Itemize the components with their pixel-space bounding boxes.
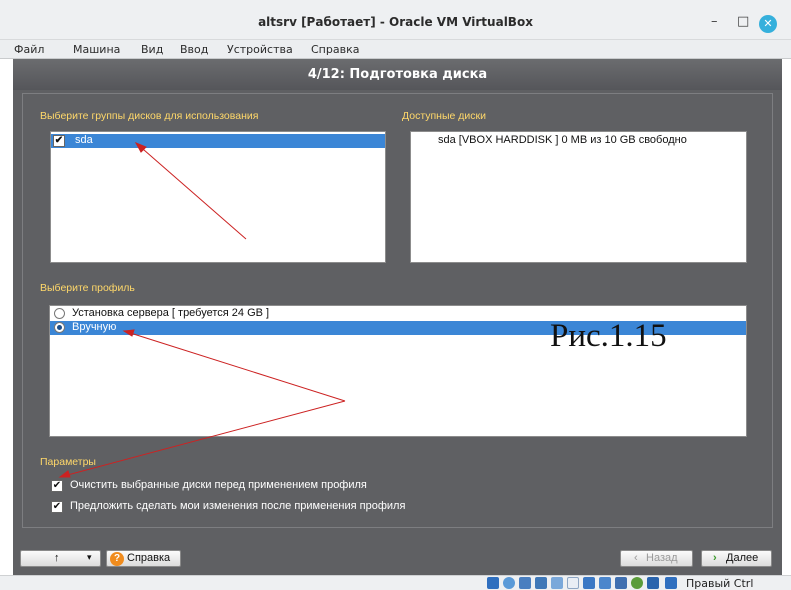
disk-groups-label: Выберите группы дисков для использования	[40, 110, 259, 122]
up-button[interactable]: ↑ ▾	[20, 550, 101, 567]
menu-view[interactable]: Вид	[141, 43, 163, 56]
param-suggest-changes-label: Предложить сделать мои изменения после п…	[70, 500, 406, 512]
available-disks-list[interactable]: sda [VBOX HARDDISK ] 0 MB из 10 GB свобо…	[410, 131, 747, 263]
close-icon[interactable]: ✕	[759, 15, 777, 33]
help-icon: ?	[110, 552, 124, 566]
available-disk-row[interactable]: sda [VBOX HARDDISK ] 0 MB из 10 GB свобо…	[411, 134, 746, 148]
available-disk-label: sda [VBOX HARDDISK ] 0 MB из 10 GB свобо…	[438, 134, 687, 146]
menu-devices[interactable]: Устройства	[227, 43, 293, 56]
profile-label: Выберите профиль	[40, 282, 135, 294]
menubar: Файл Машина Вид Ввод Устройства Справка	[0, 40, 791, 59]
cpu-icon[interactable]	[615, 577, 627, 589]
disk-group-checkbox[interactable]: ✔	[53, 135, 65, 147]
network-icon[interactable]	[535, 577, 547, 589]
disk-group-row-sda[interactable]: ✔ sda	[51, 134, 385, 148]
chevron-left-icon: ‹	[634, 552, 638, 564]
host-key-label: Правый Ctrl	[686, 577, 754, 590]
help-button-label: Справка	[127, 552, 171, 564]
hdd-icon[interactable]	[487, 577, 499, 589]
up-arrow-icon: ↑	[54, 552, 60, 564]
available-disks-label: Доступные диски	[402, 110, 486, 122]
param-suggest-changes-checkbox[interactable]: ✔	[51, 501, 63, 513]
next-button-label: Далее	[726, 552, 759, 564]
profile-option-manual-label: Вручную	[72, 321, 117, 333]
optical-drive-icon[interactable]	[503, 577, 515, 589]
vm-display[interactable]: 4/12: Подготовка диска Выберите группы д…	[13, 59, 782, 575]
menu-input[interactable]: Ввод	[180, 43, 208, 56]
usb-icon[interactable]	[551, 577, 563, 589]
shared-folders-icon[interactable]	[567, 577, 579, 589]
back-button[interactable]: ‹ Назад	[620, 550, 693, 567]
video-capture-icon[interactable]	[599, 577, 611, 589]
param-clear-disks-label: Очистить выбранные диски перед применени…	[70, 479, 367, 491]
param-clear-disks-checkbox[interactable]: ✔	[51, 480, 63, 492]
menu-file[interactable]: Файл	[14, 43, 44, 56]
menu-help[interactable]: Справка	[311, 43, 359, 56]
display-icon[interactable]	[583, 577, 595, 589]
chevron-down-icon[interactable]: ▾	[87, 552, 92, 563]
disk-group-label: sda	[75, 134, 93, 146]
figure-label: Рис.1.15	[550, 318, 667, 354]
step-title: 4/12: Подготовка диска	[307, 67, 488, 82]
audio-icon[interactable]	[519, 577, 531, 589]
window-titlebar: altsrv [Работает] - Oracle VM VirtualBox…	[0, 0, 791, 40]
profile-radio-server[interactable]	[54, 308, 65, 319]
profile-radio-manual[interactable]	[54, 322, 65, 333]
mouse-integration-icon[interactable]	[631, 577, 643, 589]
menu-machine[interactable]: Машина	[73, 43, 120, 56]
chevron-right-icon: ›	[713, 552, 717, 564]
params-label: Параметры	[40, 456, 96, 468]
window-title: altsrv [Работает] - Oracle VM VirtualBox	[258, 15, 533, 29]
maximize-icon[interactable]: □	[737, 15, 749, 29]
disk-groups-list[interactable]: ✔ sda	[50, 131, 386, 263]
profile-option-server-label: Установка сервера [ требуется 24 GB ]	[72, 307, 270, 319]
help-button[interactable]: ? Справка	[106, 550, 181, 567]
next-button[interactable]: › Далее	[701, 550, 772, 567]
installer-header: 4/12: Подготовка диска	[13, 59, 782, 90]
host-key-arrow-icon	[665, 577, 677, 589]
vbox-statusbar: Правый Ctrl	[0, 575, 791, 590]
minimize-icon[interactable]: –	[711, 15, 718, 29]
back-button-label: Назад	[646, 552, 678, 564]
keyboard-icon[interactable]	[647, 577, 659, 589]
